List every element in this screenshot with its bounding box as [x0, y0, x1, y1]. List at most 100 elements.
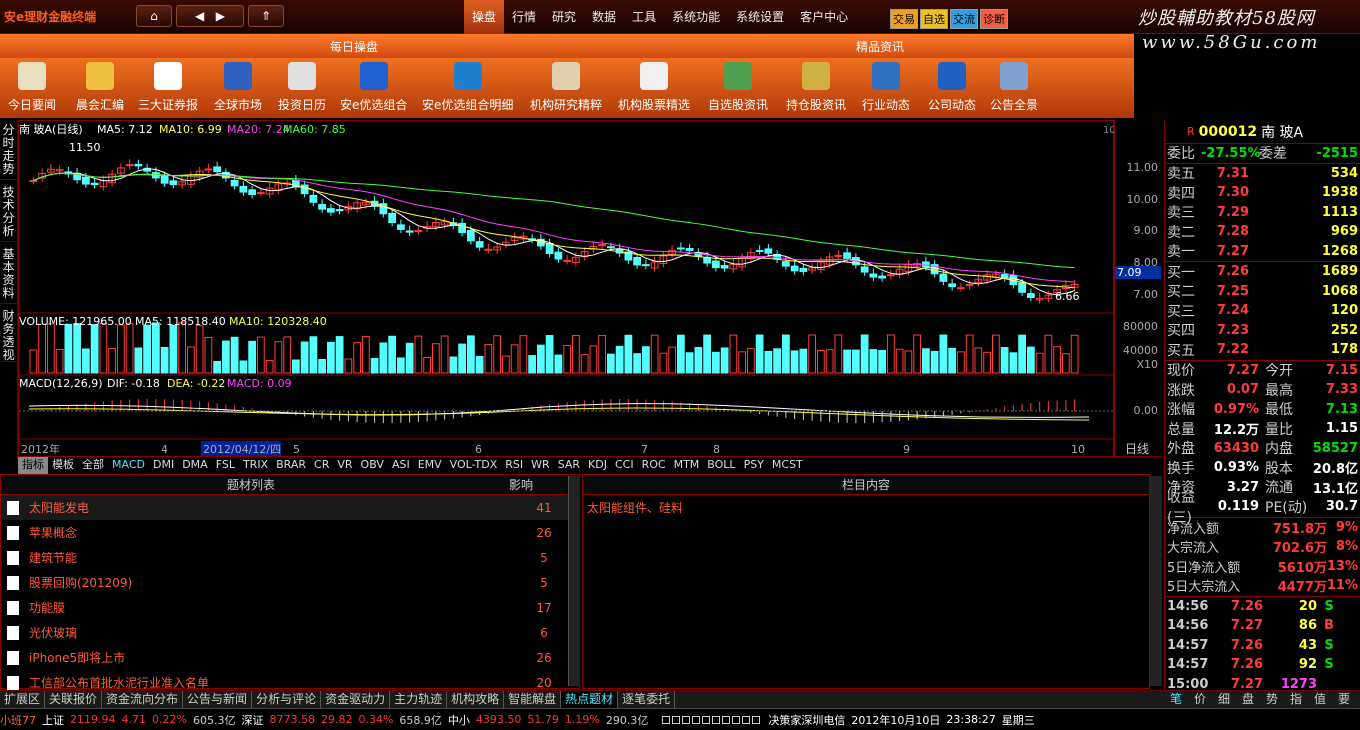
indicator-23[interactable]: PSY — [740, 457, 768, 474]
toolbar-item-12[interactable]: 公司动态 — [928, 62, 976, 113]
menu-item-1[interactable]: 行情 — [504, 0, 544, 34]
indicator-11[interactable]: OBV — [357, 457, 388, 474]
section-daily[interactable]: 每日操盘 — [330, 38, 378, 55]
indicator-1[interactable]: 模板 — [48, 457, 78, 474]
list-item[interactable]: iPhone5即将上市 26 — [1, 645, 579, 670]
side-tab-0[interactable]: 分时走势 — [0, 120, 17, 180]
volume-bar — [467, 335, 475, 374]
right-tab-0[interactable]: 笔 — [1164, 691, 1188, 708]
indicator-10[interactable]: VR — [333, 457, 356, 474]
forward-icon[interactable]: ▶ — [216, 9, 225, 23]
bottom-tab-1[interactable]: 关联报价 — [45, 691, 103, 708]
toolbar-item-4[interactable]: 投资日历 — [278, 62, 326, 113]
impact-col-header[interactable]: 影响 — [501, 475, 541, 494]
right-tab-4[interactable]: 势 — [1260, 691, 1284, 708]
stat-label-a: 换手 — [1167, 460, 1195, 477]
indicator-3[interactable]: MACD — [108, 457, 149, 474]
list-scrollbar[interactable] — [568, 476, 580, 686]
side-tab-3[interactable]: 财务透视 — [0, 306, 17, 362]
period-label[interactable]: 日线 — [1125, 440, 1149, 457]
section-news[interactable]: 精品资讯 — [856, 38, 904, 55]
toolbar-item-13[interactable]: 公告全景 — [990, 62, 1038, 113]
menu-item-7[interactable]: 客户中心 — [792, 0, 856, 34]
kline-chart[interactable]: 南 玻A(日线) MA5: 7.12 MA10: 6.99 MA20: 7.24 MA6… — [18, 120, 1116, 458]
list-item[interactable]: 光伏玻璃 6 — [1, 620, 579, 645]
candle-body — [545, 242, 554, 255]
bottom-tab-6[interactable]: 主力轨迹 — [390, 691, 448, 708]
list-item[interactable]: 苹果概念 26 — [1, 520, 579, 545]
right-tab-2[interactable]: 细 — [1212, 691, 1236, 708]
indicator-19[interactable]: CCI — [611, 457, 638, 474]
up-button[interactable]: ⇑ — [248, 5, 284, 27]
indicator-12[interactable]: ASI — [388, 457, 414, 474]
home-button[interactable]: ⌂ — [136, 5, 172, 27]
indicator-17[interactable]: SAR — [554, 457, 584, 474]
list-item[interactable]: 功能膜 17 — [1, 595, 579, 620]
toolbar-item-3[interactable]: 全球市场 — [214, 62, 262, 113]
list-item[interactable]: 股票回购(201209) 5 — [1, 570, 579, 595]
topic-col-header[interactable]: 题材列表 — [1, 475, 501, 494]
indicator-0[interactable]: 指标 — [18, 457, 48, 474]
back-icon[interactable]: ◀ — [195, 9, 204, 23]
bottom-tab-9[interactable]: 热点题材 — [561, 691, 619, 708]
quick-btn-2[interactable]: 交流 — [950, 9, 978, 29]
right-tab-1[interactable]: 价 — [1188, 691, 1212, 708]
bottom-tab-7[interactable]: 机构攻略 — [447, 691, 505, 708]
toolbar-item-1[interactable]: 晨会汇编 — [76, 62, 124, 113]
indicator-7[interactable]: TRIX — [239, 457, 272, 474]
toolbar-item-5[interactable]: 安e优选组合 — [340, 62, 407, 113]
buy-4-value2: 178 — [1330, 342, 1358, 358]
right-tab-7[interactable]: 要 — [1332, 691, 1356, 708]
bottom-tab-0[interactable]: 扩展区 — [0, 691, 46, 708]
indicator-20[interactable]: ROC — [638, 457, 670, 474]
toolbar-item-0[interactable]: 今日要闻 — [8, 62, 56, 113]
back-forward-buttons[interactable]: ◀ ▶ — [176, 5, 244, 27]
side-tab-2[interactable]: 基本资料 — [0, 244, 17, 304]
quick-btn-3[interactable]: 诊断 — [980, 9, 1008, 29]
toolbar-item-9[interactable]: 自选股资讯 — [708, 62, 768, 113]
toolbar-item-10[interactable]: 持仓股资讯 — [786, 62, 846, 113]
indicator-2[interactable]: 全部 — [78, 457, 108, 474]
menu-item-5[interactable]: 系统功能 — [664, 0, 728, 34]
candle-body — [388, 212, 396, 224]
toolbar-item-2[interactable]: 三大证券报 — [138, 62, 198, 113]
indicator-9[interactable]: CR — [310, 457, 333, 474]
indicator-4[interactable]: DMI — [149, 457, 178, 474]
indicator-24[interactable]: MCST — [768, 457, 807, 474]
indicator-14[interactable]: VOL-TDX — [446, 457, 502, 474]
indicator-21[interactable]: MTM — [670, 457, 704, 474]
menu-item-4[interactable]: 工具 — [624, 0, 664, 34]
bottom-tab-10[interactable]: 逐笔委托 — [618, 691, 676, 708]
menu-item-0[interactable]: 操盘 — [464, 0, 505, 34]
right-tab-6[interactable]: 值 — [1308, 691, 1332, 708]
candle-body — [318, 204, 326, 210]
bottom-tab-2[interactable]: 资金流向分布 — [102, 691, 184, 708]
list-item[interactable]: 建筑节能 5 — [1, 545, 579, 570]
indicator-8[interactable]: BRAR — [272, 457, 310, 474]
content-scrollbar[interactable] — [1150, 476, 1162, 686]
bottom-tab-8[interactable]: 智能解盘 — [504, 691, 562, 708]
indicator-18[interactable]: KDJ — [584, 457, 611, 474]
toolbar-item-6[interactable]: 安e优选组合明细 — [422, 62, 513, 113]
indicator-22[interactable]: BOLL — [703, 457, 739, 474]
menu-item-3[interactable]: 数据 — [584, 0, 624, 34]
menu-item-6[interactable]: 系统设置 — [728, 0, 792, 34]
side-tab-1[interactable]: 技术分析 — [0, 182, 17, 242]
indicator-5[interactable]: DMA — [178, 457, 212, 474]
menu-item-2[interactable]: 研究 — [544, 0, 584, 34]
toolbar-item-8[interactable]: 机构股票精选 — [618, 62, 690, 113]
indicator-16[interactable]: WR — [527, 457, 554, 474]
right-tab-3[interactable]: 盘 — [1236, 691, 1260, 708]
indicator-6[interactable]: FSL — [212, 457, 239, 474]
quick-btn-0[interactable]: 交易 — [890, 9, 918, 29]
bottom-tab-5[interactable]: 资金驱动力 — [321, 691, 391, 708]
bottom-tab-3[interactable]: 公告与新闻 — [183, 691, 253, 708]
bottom-tab-4[interactable]: 分析与评论 — [252, 691, 322, 708]
toolbar-item-11[interactable]: 行业动态 — [862, 62, 910, 113]
toolbar-item-7[interactable]: 机构研究精粹 — [530, 62, 602, 113]
list-item[interactable]: 太阳能发电 41 — [1, 495, 579, 520]
right-tab-5[interactable]: 指 — [1284, 691, 1308, 708]
indicator-15[interactable]: RSI — [501, 457, 527, 474]
quick-btn-1[interactable]: 自选 — [920, 9, 948, 29]
indicator-13[interactable]: EMV — [414, 457, 446, 474]
